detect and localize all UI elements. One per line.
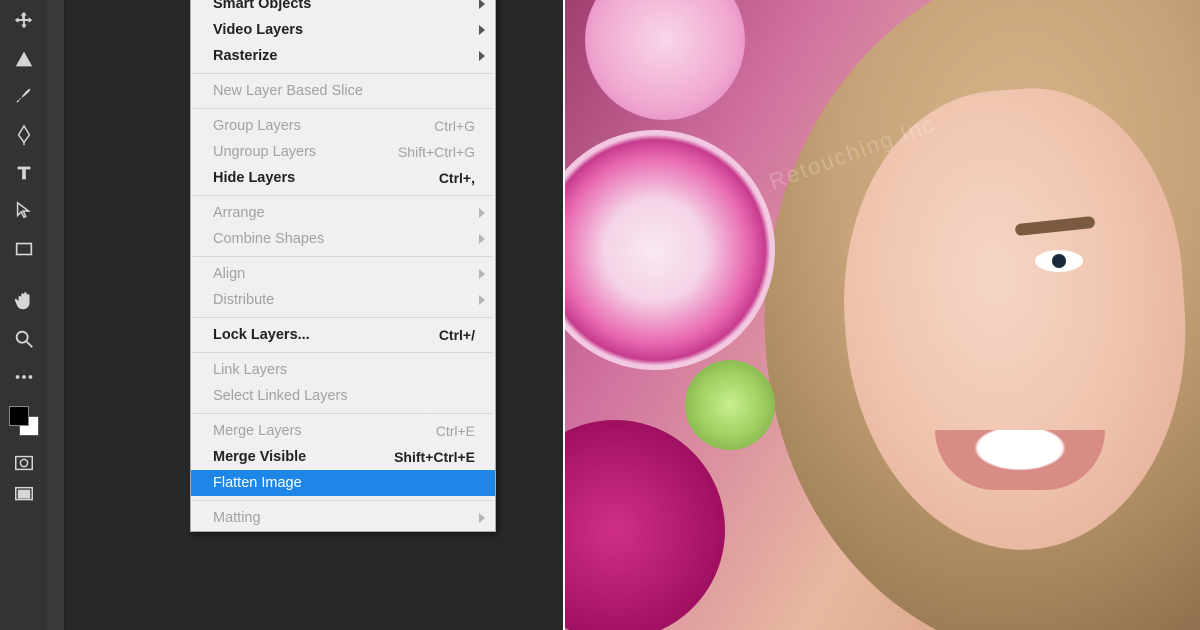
menu-item-label: Merge Layers [213,423,302,439]
photo-flower [585,0,745,120]
menu-item-label: Hide Layers [213,170,295,186]
path-select-tool-icon[interactable] [7,196,41,226]
menu-item-label: New Layer Based Slice [213,83,363,99]
menu-item-matting: Matting [191,505,495,531]
menu-item-label: Merge Visible [213,449,306,465]
menu-item-label: Rasterize [213,48,277,64]
menu-item-shortcut: Ctrl+/ [439,327,475,343]
chevron-right-icon [479,269,485,279]
menu-item-label: Select Linked Layers [213,388,348,404]
menu-separator [193,73,493,74]
chevron-right-icon [479,0,485,9]
edit-toolbar-icon[interactable] [7,362,41,392]
menu-separator [193,195,493,196]
menu-item-shortcut: Ctrl+G [434,118,475,134]
menu-item-label: Align [213,266,245,282]
menu-separator [193,352,493,353]
lasso-tool-icon[interactable] [7,44,41,74]
chevron-right-icon [479,513,485,523]
menu-item-label: Matting [213,510,261,526]
menu-item-new-layer-based-slice: New Layer Based Slice [191,78,495,104]
photo-flower [565,420,725,630]
chevron-right-icon [479,51,485,61]
brush-tool-icon[interactable] [7,82,41,112]
menu-item-combine-shapes: Combine Shapes [191,226,495,252]
menu-item-shortcut: Ctrl+E [436,423,475,439]
menu-item-ungroup-layers: Ungroup Layers Shift+Ctrl+G [191,139,495,165]
menu-item-rasterize[interactable]: Rasterize [191,43,495,69]
menu-item-label: Link Layers [213,362,287,378]
menu-separator [193,500,493,501]
photo-eye [1035,250,1083,272]
chevron-right-icon [479,234,485,244]
photo-flower-bud [685,360,775,450]
menu-separator [193,413,493,414]
menu-item-label: Lock Layers... [213,327,310,343]
menu-item-label: Distribute [213,292,274,308]
menu-item-label: Arrange [213,205,265,221]
menu-item-label: Combine Shapes [213,231,324,247]
editor-left-pane: Smart Objects Video Layers Rasterize New La… [0,0,565,630]
menu-item-label: Flatten Image [213,475,302,491]
menu-item-link-layers: Link Layers [191,357,495,383]
menu-separator [193,317,493,318]
menu-item-label: Smart Objects [213,0,311,12]
menu-item-label: Video Layers [213,22,303,38]
menu-item-distribute: Distribute [191,287,495,313]
menu-item-select-linked-layers: Select Linked Layers [191,383,495,409]
menu-item-group-layers: Group Layers Ctrl+G [191,113,495,139]
chevron-right-icon [479,295,485,305]
chevron-right-icon [479,25,485,35]
vertical-ruler [47,0,65,630]
menu-item-merge-layers: Merge Layers Ctrl+E [191,418,495,444]
screenmode-icon[interactable] [7,486,41,504]
menu-item-hide-layers[interactable]: Hide Layers Ctrl+, [191,165,495,191]
menu-item-align: Align [191,261,495,287]
menu-item-shortcut: Ctrl+, [439,170,475,186]
quickmask-icon[interactable] [7,454,41,472]
menu-item-shortcut: Shift+Ctrl+G [398,144,475,160]
menu-item-flatten-image[interactable]: Flatten Image [191,470,495,496]
layer-dropdown-menu: Smart Objects Video Layers Rasterize New La… [190,0,496,532]
rectangle-tool-icon[interactable] [7,234,41,264]
menu-item-arrange: Arrange [191,200,495,226]
menu-item-shortcut: Shift+Ctrl+E [394,449,475,465]
photo-flower [565,130,775,370]
menu-separator [193,108,493,109]
chevron-right-icon [479,208,485,218]
menu-item-lock-layers[interactable]: Lock Layers... Ctrl+/ [191,322,495,348]
tools-toolbar [0,0,47,630]
pen-tool-icon[interactable] [7,120,41,150]
menu-item-label: Group Layers [213,118,301,134]
move-tool-icon[interactable] [7,6,41,36]
zoom-tool-icon[interactable] [7,324,41,354]
foreground-color-swatch[interactable] [9,406,29,426]
menu-item-video-layers[interactable]: Video Layers [191,17,495,43]
type-tool-icon[interactable] [7,158,41,188]
document-canvas[interactable]: Retouching Inc [565,0,1200,630]
menu-item-merge-visible[interactable]: Merge Visible Shift+Ctrl+E [191,444,495,470]
color-swatches[interactable] [9,406,39,436]
menu-separator [193,256,493,257]
hand-tool-icon[interactable] [7,286,41,316]
menu-item-label: Ungroup Layers [213,144,316,160]
menu-item-smart-objects[interactable]: Smart Objects [191,0,495,17]
